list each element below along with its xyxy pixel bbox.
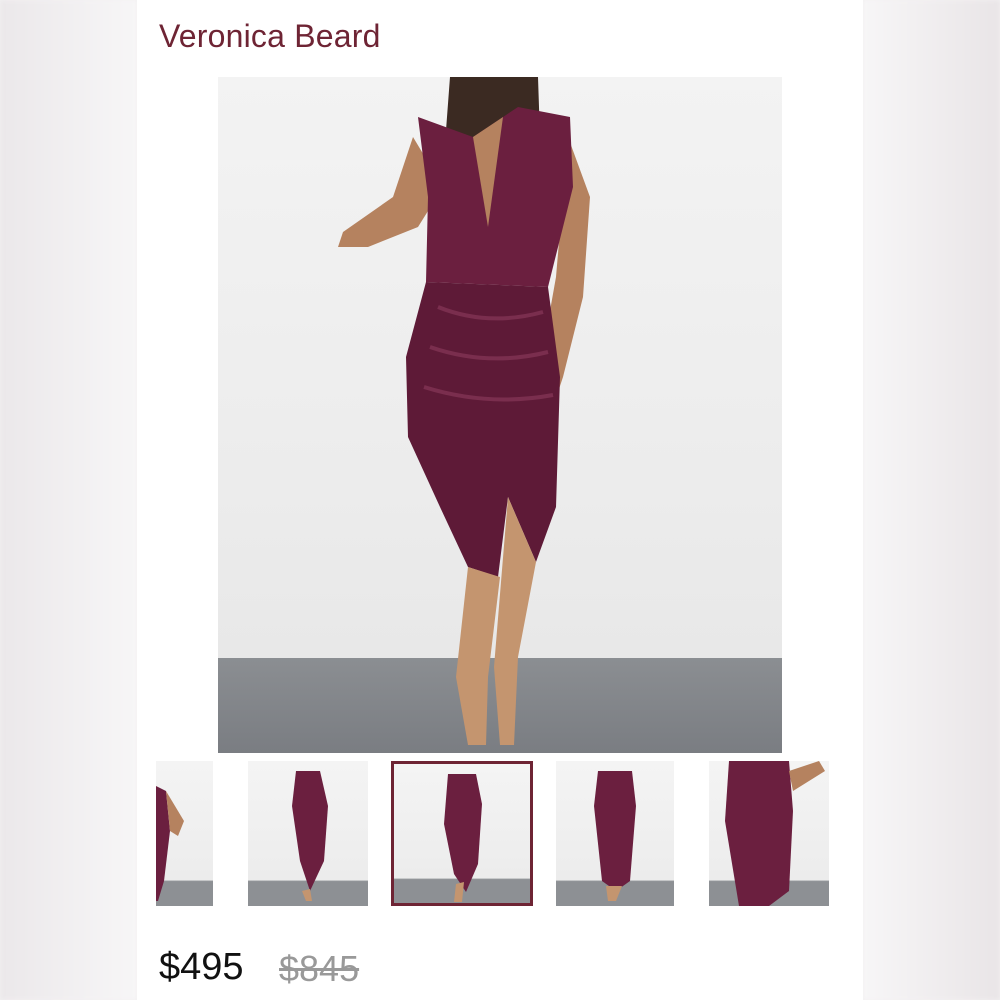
sale-price: $495 xyxy=(159,946,244,988)
product-card: Veronica Beard $495 $845 xyxy=(137,0,863,1000)
background-right xyxy=(863,0,1000,1000)
product-photo xyxy=(218,77,782,753)
thumbnail-5[interactable] xyxy=(709,761,829,906)
thumbnail-2[interactable] xyxy=(248,761,368,906)
thumbnail-4[interactable] xyxy=(556,761,674,906)
model-illustration xyxy=(338,77,590,745)
background-left xyxy=(0,0,137,1000)
original-price: $845 xyxy=(279,948,360,989)
thumbnail-1[interactable] xyxy=(156,761,213,906)
thumbnail-strip xyxy=(156,761,846,906)
brand-name[interactable]: Veronica Beard xyxy=(159,18,381,55)
main-product-image[interactable] xyxy=(162,77,838,753)
thumbnail-3-selected[interactable] xyxy=(391,761,533,906)
